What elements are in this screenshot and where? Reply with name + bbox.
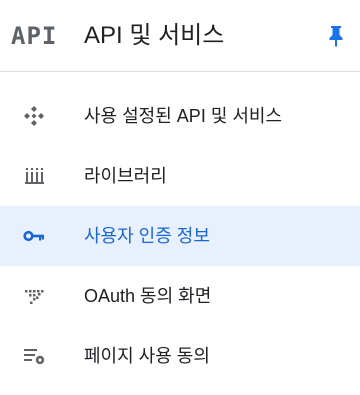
- api-diamond-icon: [22, 104, 46, 128]
- pin-button[interactable]: [324, 22, 348, 50]
- nav-item-label: 사용자 인증 정보: [84, 226, 210, 246]
- api-services-nav-panel: API API 및 서비스 사용 설정된 API 및 서비스 라이브러리 사용자…: [0, 0, 360, 395]
- nav-item-page-usage-consent[interactable]: 페이지 사용 동의: [0, 326, 360, 386]
- panel-header: API API 및 서비스: [0, 0, 360, 72]
- nav-item-label: OAuth 동의 화면: [84, 286, 212, 306]
- key-icon: [22, 224, 46, 248]
- nav-item-label: 라이브러리: [84, 166, 167, 186]
- nav-item-label: 페이지 사용 동의: [84, 346, 210, 366]
- nav-item-library[interactable]: 라이브러리: [0, 146, 360, 206]
- nav-list: 사용 설정된 API 및 서비스 라이브러리 사용자 인증 정보 OAuth 동…: [0, 86, 360, 386]
- pin-icon: [329, 26, 343, 47]
- nav-item-label: 사용 설정된 API 및 서비스: [84, 106, 283, 126]
- nav-item-enabled-apis[interactable]: 사용 설정된 API 및 서비스: [0, 86, 360, 146]
- oauth-dots-icon: [22, 284, 46, 308]
- nav-item-oauth-consent[interactable]: OAuth 동의 화면: [0, 266, 360, 326]
- settings-list-icon: [22, 344, 46, 368]
- api-logo: API: [11, 22, 58, 50]
- library-icon: [22, 164, 46, 188]
- panel-title: API 및 서비스: [84, 22, 225, 49]
- nav-item-credentials[interactable]: 사용자 인증 정보: [0, 206, 360, 266]
